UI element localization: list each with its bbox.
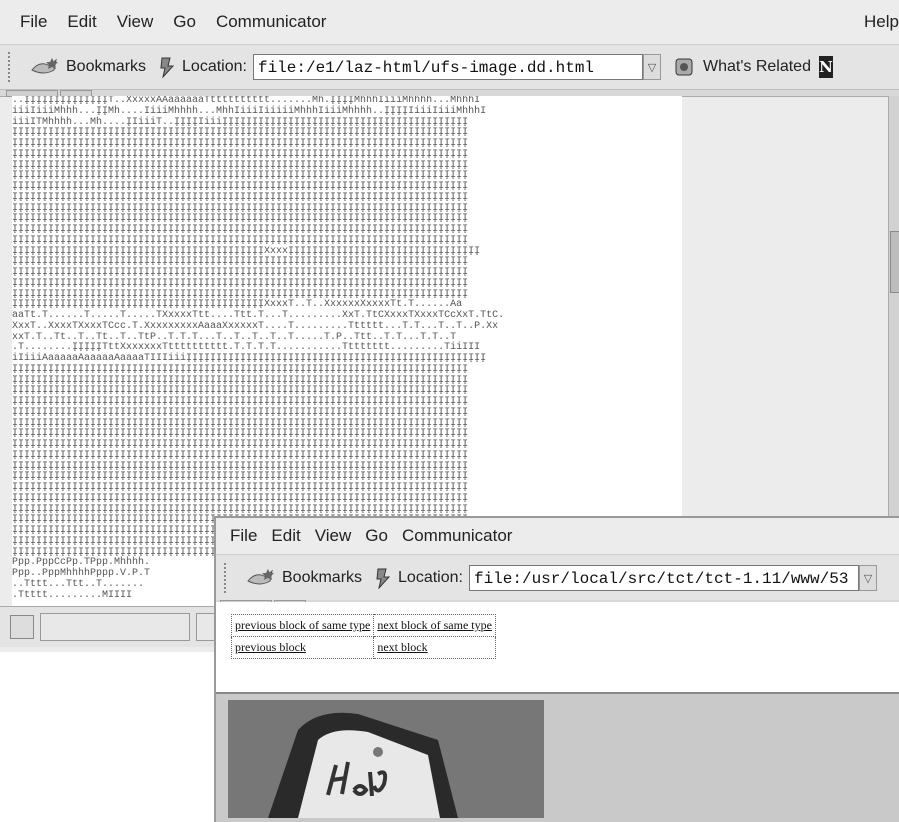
menu-view-2[interactable]: View [315, 526, 352, 546]
browser-window-front: File Edit View Go Communicator Bookmarks… [214, 516, 899, 822]
location-label-2: Location: [398, 569, 463, 586]
bookmarks-icon-2[interactable] [246, 567, 276, 589]
next-block-link[interactable]: next block [377, 640, 427, 654]
whats-related-icon[interactable] [673, 56, 697, 78]
bookmarks-button[interactable]: Bookmarks [66, 58, 146, 76]
netscape-logo-icon: N [818, 56, 833, 78]
menu-go[interactable]: Go [173, 12, 196, 32]
previous-block-link[interactable]: previous block [235, 640, 306, 654]
menu-edit-2[interactable]: Edit [271, 526, 300, 546]
menu-view[interactable]: View [117, 12, 154, 32]
location-dropdown-button[interactable]: ▽ [642, 54, 661, 80]
next-same-type-link[interactable]: next block of same type [377, 618, 492, 632]
menu-help[interactable]: Help [864, 12, 899, 32]
location-toolbar-2: Bookmarks Location: file:/usr/local/src/… [216, 555, 899, 602]
toolbar-grip-handle-2[interactable] [224, 563, 232, 593]
toolbar-grip-handle[interactable] [8, 52, 16, 82]
menu-go-2[interactable]: Go [365, 526, 388, 546]
menu-edit[interactable]: Edit [67, 12, 96, 32]
security-lock-icon[interactable] [10, 615, 34, 639]
recovered-image-photo [228, 700, 544, 818]
location-label: Location: [182, 58, 247, 75]
location-input-2[interactable]: file:/usr/local/src/tct/tct-1.11/www/53 [468, 565, 859, 591]
bookmarks-icon[interactable] [30, 56, 60, 78]
location-icon-2[interactable] [374, 567, 392, 590]
location-toolbar: Bookmarks Location: file:/e1/laz-html/uf… [0, 45, 899, 90]
page-content-2: previous block of same type next block o… [216, 602, 899, 692]
bookmarks-button-2[interactable]: Bookmarks [282, 569, 362, 587]
menu-communicator[interactable]: Communicator [216, 12, 327, 32]
menu-communicator-2[interactable]: Communicator [402, 526, 513, 546]
scrollbar-thumb[interactable] [890, 231, 899, 293]
menu-file-2[interactable]: File [230, 526, 257, 546]
menu-bar-2: File Edit View Go Communicator [216, 518, 899, 555]
location-input[interactable]: file:/e1/laz-html/ufs-image.dd.html [252, 54, 643, 80]
location-icon[interactable] [158, 56, 176, 79]
block-navigation-table: previous block of same type next block o… [230, 614, 496, 659]
image-frame [216, 692, 899, 822]
whats-related-button[interactable]: What's Related [703, 58, 811, 76]
status-field [40, 613, 190, 641]
location-dropdown-button-2[interactable]: ▽ [858, 565, 877, 591]
previous-same-type-link[interactable]: previous block of same type [235, 618, 370, 632]
menu-bar: File Edit View Go Communicator Help [0, 0, 899, 45]
menu-file[interactable]: File [20, 12, 47, 32]
